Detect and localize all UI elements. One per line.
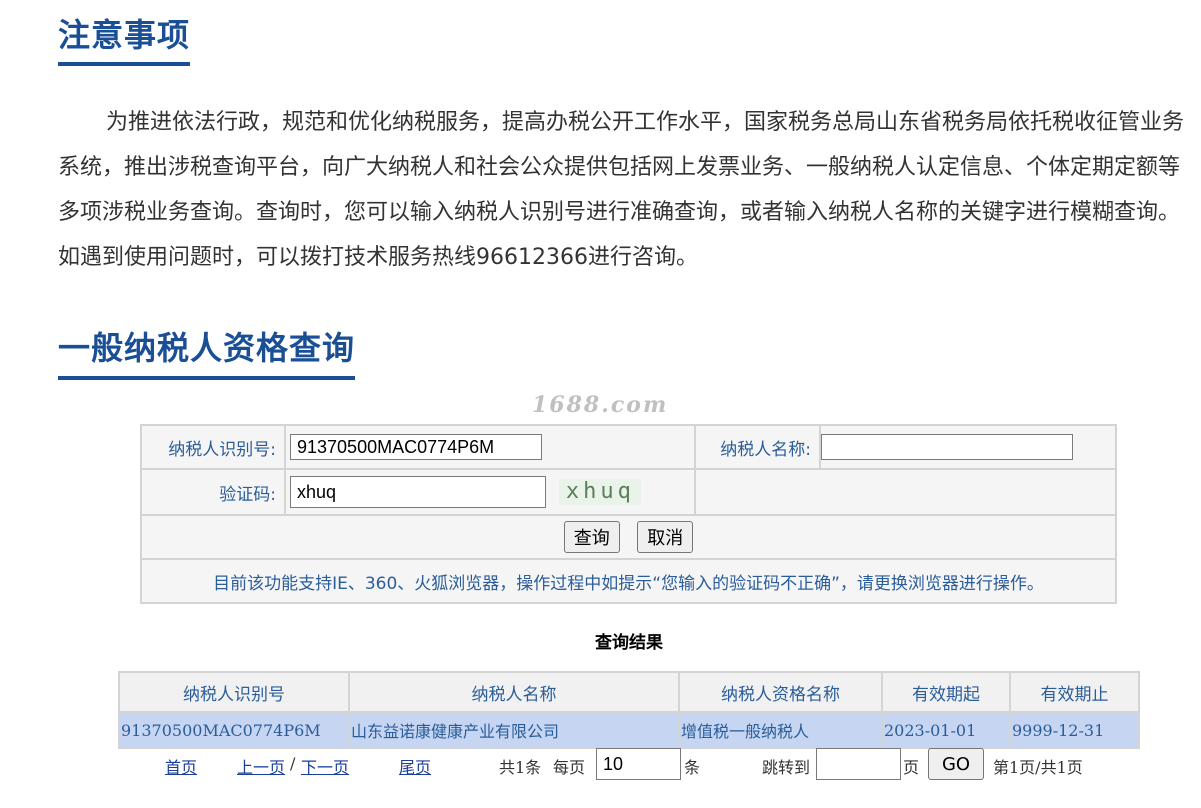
taxpayer-name-label: 纳税人名称:: [694, 424, 821, 470]
col-qualification-name: 纳税人资格名称: [678, 671, 883, 713]
taxpayer-name-input[interactable]: [821, 434, 1073, 460]
query-form: 纳税人识别号: 纳税人名称: 验证码: xhuq 查询 取消 目前该功能支持IE…: [140, 424, 1117, 604]
col-taxpayer-id: 纳税人识别号: [118, 671, 350, 713]
per-page-unit: 条: [684, 758, 701, 777]
taxpayer-id-input[interactable]: [290, 434, 542, 460]
notice-text: 为推进依法行政，规范和优化纳税服务，提高办税公开工作水平，国家税务总局山东省税务…: [58, 110, 1185, 270]
cell-valid-from: 2023-01-01: [881, 711, 1011, 749]
per-page-input[interactable]: [596, 748, 681, 780]
col-valid-from: 有效期起: [881, 671, 1011, 713]
cancel-button[interactable]: 取消: [637, 521, 694, 553]
taxpayer-id-label: 纳税人识别号:: [140, 424, 286, 470]
next-page-link[interactable]: 下一页: [301, 754, 349, 778]
watermark-logo: 1688.com: [532, 392, 669, 418]
browser-tip: 目前该功能支持IE、360、火狐浏览器，操作过程中如提示“您输入的验证码不正确”…: [140, 558, 1117, 604]
results-header-row: 纳税人识别号 纳税人名称 纳税人资格名称 有效期起 有效期止: [118, 671, 1140, 713]
captcha-input[interactable]: [290, 476, 546, 508]
notice-title-underline: [58, 62, 190, 66]
results-table: 纳税人识别号 纳税人名称 纳税人资格名称 有效期起 有效期止 91370500M…: [118, 671, 1140, 749]
page-unit: 页: [903, 758, 920, 777]
last-page-link[interactable]: 尾页: [399, 754, 431, 778]
cell-taxpayer-name: 山东益诺康健康产业有限公司: [348, 711, 680, 749]
per-page-label: 每页: [553, 758, 586, 777]
cell-valid-to: 9999-12-31: [1009, 711, 1140, 749]
query-title-underline: [58, 376, 355, 380]
total-count: 共1条: [499, 758, 542, 777]
col-taxpayer-name: 纳税人名称: [348, 671, 680, 713]
go-button[interactable]: GO: [928, 748, 984, 780]
prev-page-link[interactable]: 上一页: [237, 754, 285, 778]
jump-label: 跳转到: [762, 758, 811, 777]
search-button[interactable]: 查询: [563, 521, 620, 553]
table-row[interactable]: 91370500MAC0774P6M 山东益诺康健康产业有限公司 增值税一般纳税…: [118, 711, 1140, 749]
page-info: 第1页/共1页: [993, 758, 1083, 777]
notice-title: 注意事项: [58, 16, 191, 54]
jump-page-input[interactable]: [816, 748, 901, 780]
captcha-image[interactable]: xhuq: [559, 479, 642, 505]
results-title: 查询结果: [595, 633, 663, 653]
query-title: 一般纳税人资格查询: [58, 329, 356, 367]
col-valid-to: 有效期止: [1009, 671, 1140, 713]
pager-separator: /: [290, 754, 296, 773]
captcha-label: 验证码:: [140, 468, 286, 516]
empty-cell: [694, 468, 1117, 516]
cell-qualification-name: 增值税一般纳税人: [678, 711, 883, 749]
pagination: 首页 上一页 / 下一页 尾页 共1条 每页 条 跳转到 页 GO 第1页/共1…: [0, 746, 1201, 782]
cell-taxpayer-id: 91370500MAC0774P6M: [118, 711, 350, 749]
first-page-link[interactable]: 首页: [165, 754, 197, 778]
